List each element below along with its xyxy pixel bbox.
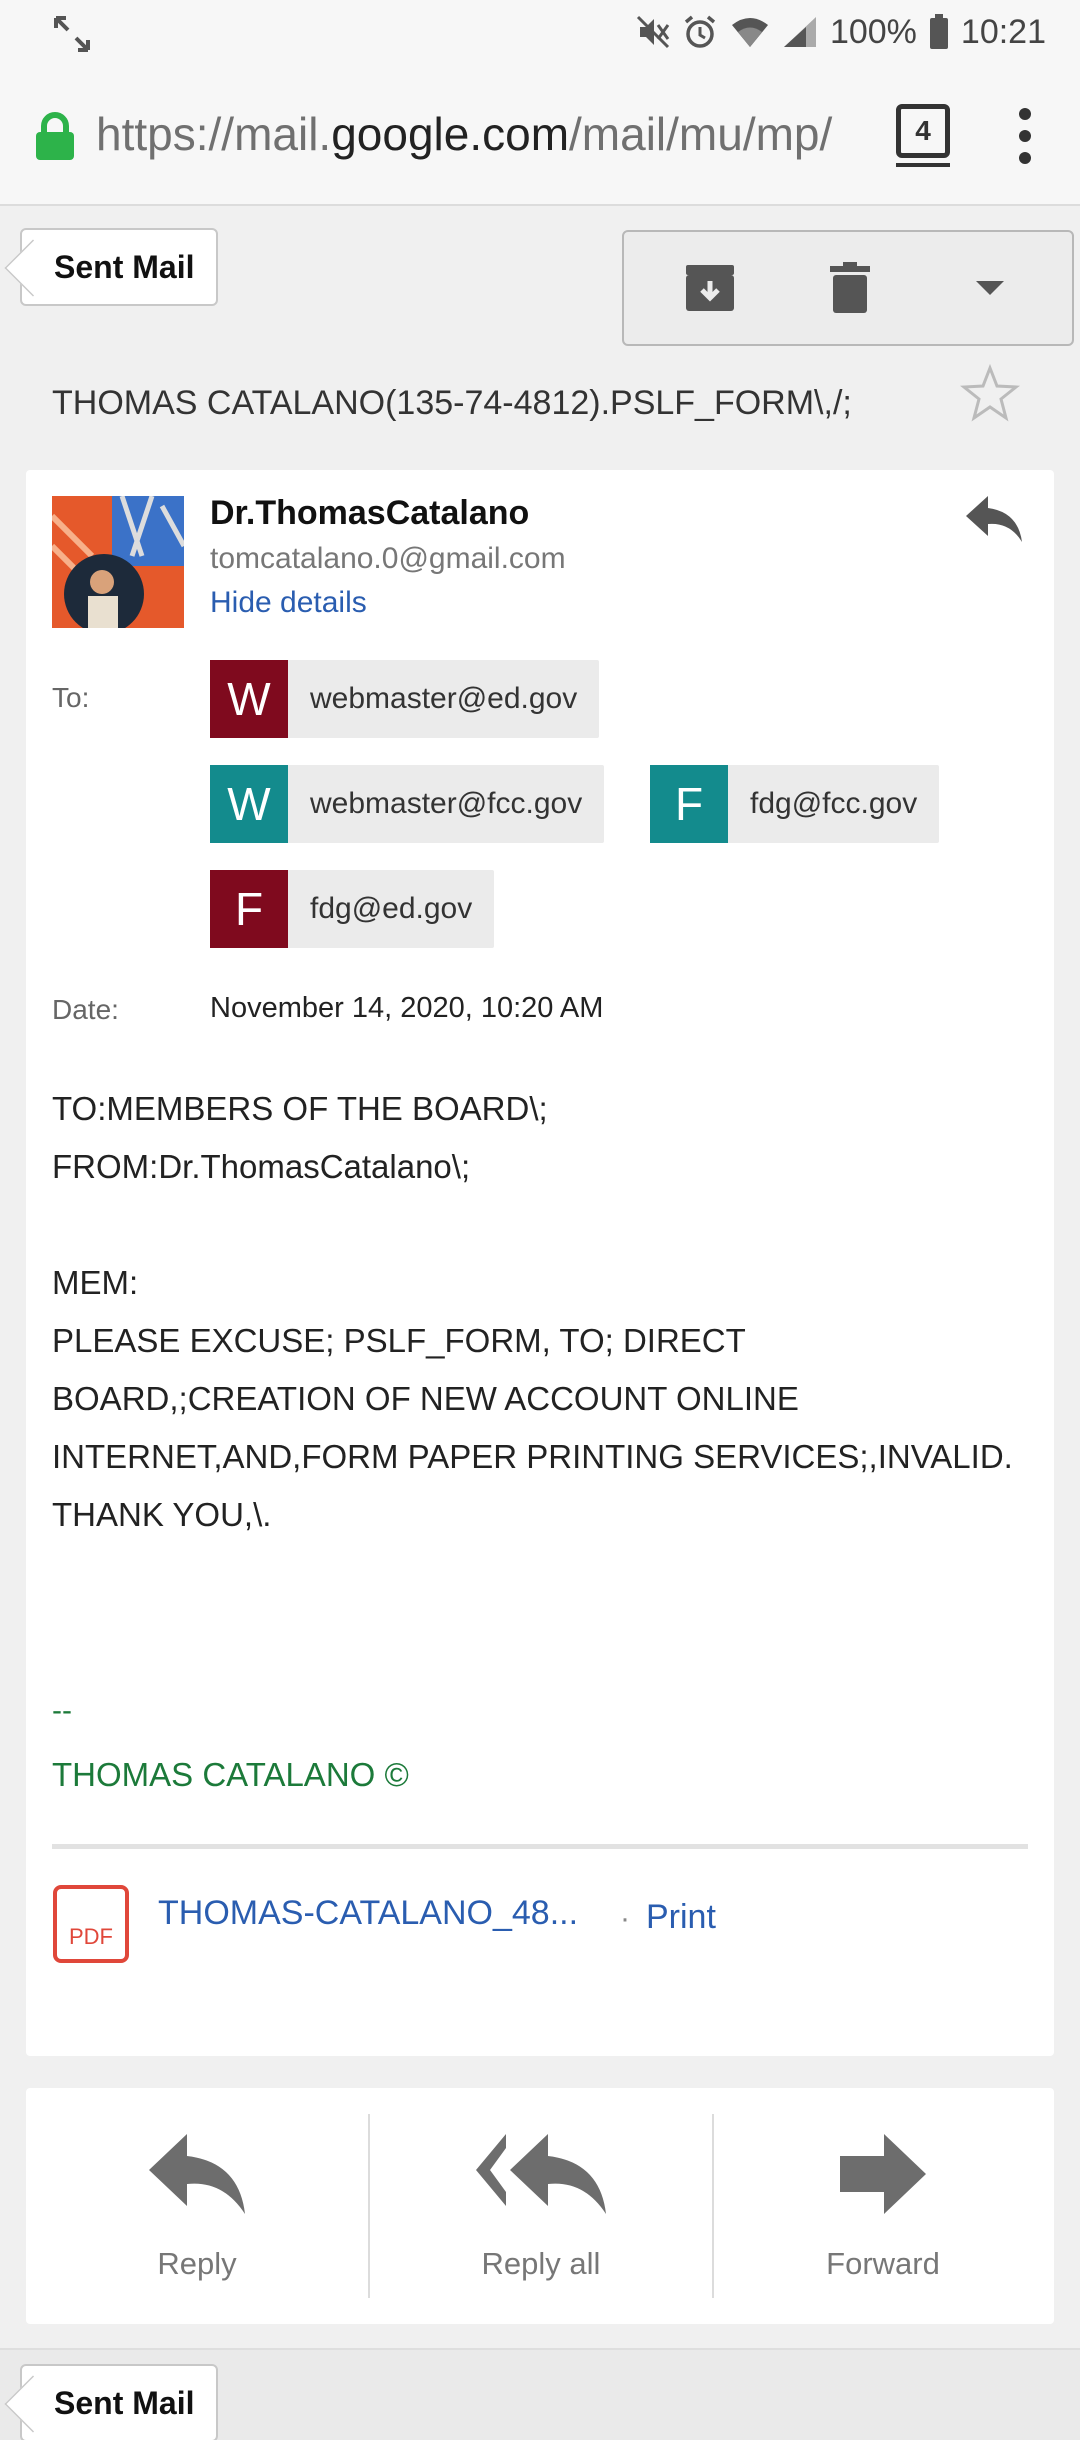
sent-mail-back-button-bottom[interactable]: Sent Mail bbox=[20, 2364, 219, 2440]
attachment-link[interactable]: THOMAS-CATALANO_48... bbox=[158, 1894, 588, 1933]
message-actions-toolbar bbox=[622, 230, 1074, 346]
star-icon[interactable] bbox=[960, 364, 1020, 424]
body-line: FROM:Dr.ThomasCatalano\; bbox=[52, 1148, 471, 1185]
attachment-divider bbox=[52, 1844, 1028, 1849]
recipient-initial: W bbox=[210, 765, 288, 843]
signal-icon bbox=[783, 17, 816, 47]
body-line: BOARD,;CREATION OF NEW ACCOUNT ONLINE bbox=[52, 1380, 799, 1417]
message-body: TO:MEMBERS OF THE BOARD\; FROM:Dr.Thomas… bbox=[52, 1080, 1042, 1544]
signature-name: THOMAS CATALANO © bbox=[52, 1756, 409, 1793]
mute-icon bbox=[636, 15, 670, 49]
recipient-initial: W bbox=[210, 660, 288, 738]
pdf-icon-text: PDF bbox=[69, 1924, 113, 1949]
status-icons: 100% 10:21 bbox=[636, 8, 1046, 56]
reply-icon bbox=[149, 2134, 245, 2214]
recipient-address: webmaster@fcc.gov bbox=[310, 787, 583, 820]
status-bar: 100% 10:21 bbox=[0, 0, 1080, 64]
message-subject: THOMAS CATALANO(135-74-4812).PSLF_FORM\,… bbox=[52, 384, 852, 422]
back-label: Sent Mail bbox=[54, 249, 195, 285]
battery-percent: 100% bbox=[829, 12, 917, 51]
forward-icon bbox=[840, 2134, 926, 2214]
reply-all-button[interactable]: Reply all bbox=[370, 2088, 712, 2324]
body-line: TO:MEMBERS OF THE BOARD\; bbox=[52, 1090, 548, 1127]
back-label: Sent Mail bbox=[54, 2385, 195, 2421]
recipient-address: fdg@ed.gov bbox=[310, 892, 473, 925]
recipient-chip[interactable]: F fdg@fcc.gov bbox=[650, 765, 940, 843]
expand-icon bbox=[54, 16, 90, 52]
reply-actions-bar: Reply Reply all Forward bbox=[26, 2088, 1054, 2324]
archive-icon bbox=[686, 265, 734, 311]
clock-time: 10:21 bbox=[960, 12, 1046, 51]
wifi-icon bbox=[731, 18, 768, 47]
hide-details-link[interactable]: Hide details bbox=[210, 586, 367, 620]
body-line: THANK YOU,\. bbox=[52, 1496, 272, 1533]
url-prefix: https://mail. bbox=[96, 108, 332, 160]
reply-all-label: Reply all bbox=[481, 2246, 601, 2281]
date-value: November 14, 2020, 10:20 AM bbox=[210, 992, 604, 1024]
forward-button[interactable]: Forward bbox=[712, 2088, 1054, 2324]
recipient-chip[interactable]: F fdg@ed.gov bbox=[210, 870, 495, 948]
body-line bbox=[52, 1196, 1042, 1254]
battery-icon bbox=[929, 14, 948, 49]
date-label: Date: bbox=[52, 994, 119, 1025]
body-line: INTERNET,AND,FORM PAPER PRINTING SERVICE… bbox=[52, 1438, 1013, 1475]
tab-count: 4 bbox=[915, 115, 931, 146]
browser-address-bar: https://mail.google.com/mail/mu/mp/ 4 bbox=[0, 64, 1080, 206]
browser-menu-button[interactable] bbox=[1010, 106, 1040, 166]
recipient-chip[interactable]: W webmaster@fcc.gov bbox=[210, 765, 605, 843]
body-line: PLEASE EXCUSE; PSLF_FORM, TO; DIRECT bbox=[52, 1322, 746, 1359]
url-host: google.com bbox=[331, 108, 570, 160]
reply-label: Reply bbox=[157, 2246, 237, 2281]
sender-name: Dr.ThomasCatalano bbox=[210, 494, 530, 532]
reply-icon[interactable] bbox=[966, 496, 1022, 542]
body-line: MEM: bbox=[52, 1264, 139, 1301]
more-actions-button[interactable] bbox=[930, 232, 1050, 344]
tab-switcher-button[interactable]: 4 bbox=[896, 104, 950, 167]
recipient-initial: F bbox=[210, 870, 288, 948]
sent-mail-back-button[interactable]: Sent Mail bbox=[20, 228, 219, 306]
recipient-chip[interactable]: W webmaster@ed.gov bbox=[210, 660, 600, 738]
caret-down-icon bbox=[976, 281, 1004, 295]
url-field[interactable]: https://mail.google.com/mail/mu/mp/ bbox=[96, 104, 866, 164]
print-link[interactable]: Print bbox=[646, 1898, 716, 1937]
avatar[interactable] bbox=[52, 496, 184, 628]
alarm-icon bbox=[684, 15, 716, 48]
signature-separator: -- bbox=[52, 1694, 72, 1727]
lock-icon bbox=[36, 112, 74, 160]
delete-button[interactable] bbox=[790, 232, 910, 344]
reply-button[interactable]: Reply bbox=[26, 2088, 368, 2324]
reply-all-icon bbox=[476, 2134, 606, 2214]
recipient-initial: F bbox=[650, 765, 728, 843]
sender-email: tomcatalano.0@gmail.com bbox=[210, 542, 566, 575]
to-label: To: bbox=[52, 682, 90, 713]
forward-label: Forward bbox=[826, 2246, 940, 2281]
message-card: Dr.ThomasCatalano tomcatalano.0@gmail.co… bbox=[26, 470, 1054, 2056]
recipient-address: fdg@fcc.gov bbox=[750, 787, 918, 820]
pdf-icon: PDF bbox=[53, 1885, 129, 1963]
trash-icon bbox=[830, 262, 870, 313]
recipient-address: webmaster@ed.gov bbox=[310, 682, 578, 715]
archive-button[interactable] bbox=[650, 232, 770, 344]
url-path: /mail/mu/mp/ bbox=[569, 108, 833, 160]
avatar-image bbox=[52, 496, 184, 628]
attachment-separator: · bbox=[620, 1902, 630, 1935]
